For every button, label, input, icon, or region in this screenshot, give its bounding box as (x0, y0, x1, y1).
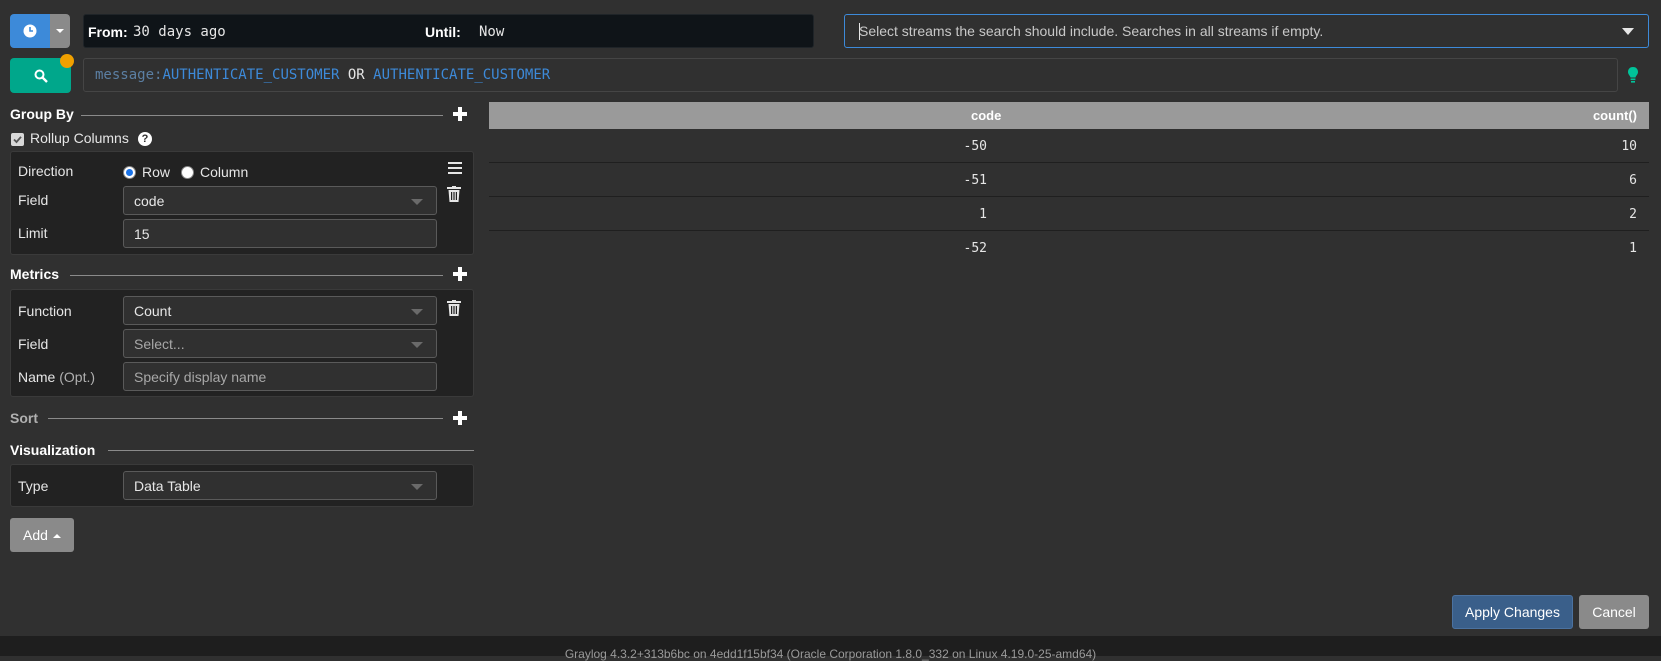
dirty-indicator (60, 54, 74, 68)
cell-code: -51 (963, 173, 987, 188)
direction-row-label: Row (142, 164, 171, 180)
cell-count: 1 (1629, 241, 1637, 256)
function-value: Count (134, 303, 172, 319)
text-cursor (859, 23, 860, 40)
visualization-type-value: Data Table (134, 478, 201, 494)
hamburger-icon[interactable] (448, 162, 462, 174)
cell-code: -50 (963, 139, 987, 154)
caret-up-icon (53, 534, 61, 538)
until-value: Now (479, 24, 505, 40)
visualization-type-select[interactable]: Data Table (123, 471, 437, 500)
footer: Graylog 4.3.2+313b6bc on 4edd1f15bf34 (O… (0, 636, 1661, 661)
streams-placeholder: Select streams the search should include… (859, 23, 1324, 39)
query-operator: OR (339, 67, 374, 83)
function-select[interactable]: Count (123, 296, 437, 325)
rollup-columns-checkbox[interactable] (11, 133, 24, 146)
dropdown-arrow-icon (1622, 28, 1634, 35)
direction-column-radio[interactable] (181, 166, 194, 179)
divider (81, 115, 443, 116)
trash-icon[interactable] (447, 300, 461, 316)
lightbulb-icon[interactable] (1626, 64, 1640, 86)
add-sort-plus-icon[interactable] (452, 410, 468, 426)
streams-select[interactable]: Select streams the search should include… (844, 14, 1649, 48)
group-field-value: code (134, 193, 165, 209)
direction-row-radio[interactable] (123, 166, 136, 179)
table-row: -52 1 (489, 231, 1649, 265)
function-label: Function (18, 303, 72, 319)
check-icon (13, 136, 22, 144)
time-range-display[interactable]: From: 30 days ago Until: Now (83, 14, 814, 48)
name-label: Name (Opt.) (18, 369, 96, 385)
divider (70, 275, 443, 276)
chevron-down-icon (411, 484, 423, 490)
limit-value: 15 (134, 226, 150, 242)
divider (108, 450, 474, 451)
divider (48, 418, 443, 419)
time-range-caret-button[interactable] (50, 14, 70, 48)
time-range-type-button[interactable] (10, 14, 50, 48)
metric-field-label: Field (18, 336, 49, 352)
until-label: Until: (425, 24, 461, 40)
from-value: 30 days ago (133, 24, 226, 40)
group-field-label: Field (18, 192, 49, 208)
display-name-input[interactable]: Specify display name (123, 362, 437, 391)
table-row: -51 6 (489, 163, 1649, 197)
search-icon (34, 69, 48, 83)
chevron-down-icon (411, 342, 423, 348)
visualization-heading: Visualization (10, 442, 96, 458)
metrics-heading: Metrics (10, 266, 60, 282)
metric-field-placeholder: Select... (134, 336, 185, 352)
group-field-select[interactable]: code (123, 186, 437, 215)
add-group-by-plus-icon[interactable] (452, 106, 468, 122)
table-row: -50 10 (489, 129, 1649, 163)
cell-code: -52 (963, 241, 987, 256)
from-label: From: (88, 24, 128, 40)
clock-icon (23, 24, 37, 38)
metric-field-select[interactable]: Select... (123, 329, 437, 358)
cell-count: 2 (1629, 207, 1637, 222)
query-term: AUTHENTICATE_CUSTOMER (162, 67, 340, 83)
cell-count: 6 (1629, 173, 1637, 188)
version-text: Graylog 4.3.2+313b6bc on 4edd1f15bf34 (O… (564, 647, 1097, 661)
query-field-key: message: (95, 67, 163, 83)
query-input[interactable]: message:AUTHENTICATE_CUSTOMER OR AUTHENT… (83, 58, 1618, 92)
caret-down-icon (56, 29, 64, 33)
display-name-placeholder: Specify display name (134, 369, 267, 385)
add-button-label: Add (23, 527, 48, 543)
apply-changes-button[interactable]: Apply Changes (1452, 595, 1573, 629)
rollup-columns-label: Rollup Columns (30, 130, 129, 146)
trash-icon[interactable] (447, 186, 461, 202)
cell-count: 10 (1621, 139, 1637, 154)
table-row: 1 2 (489, 197, 1649, 231)
query-term: AUTHENTICATE_CUSTOMER (373, 67, 551, 83)
add-button[interactable]: Add (10, 518, 74, 552)
add-metric-plus-icon[interactable] (452, 266, 468, 282)
limit-input[interactable]: 15 (123, 219, 437, 248)
column-header-count[interactable]: count() (1593, 108, 1637, 123)
cell-code: 1 (979, 207, 987, 222)
limit-label: Limit (18, 225, 48, 241)
direction-label: Direction (18, 163, 74, 179)
cancel-button[interactable]: Cancel (1579, 595, 1649, 629)
sort-heading: Sort (10, 410, 38, 426)
direction-column-label: Column (200, 164, 249, 180)
chevron-down-icon (411, 199, 423, 205)
group-by-heading: Group By (10, 106, 74, 122)
column-header-code[interactable]: code (971, 108, 1001, 123)
chevron-down-icon (411, 309, 423, 315)
table-header: code count() (489, 102, 1649, 129)
question-icon[interactable]: ? (138, 132, 152, 146)
visualization-type-label: Type (18, 478, 49, 494)
